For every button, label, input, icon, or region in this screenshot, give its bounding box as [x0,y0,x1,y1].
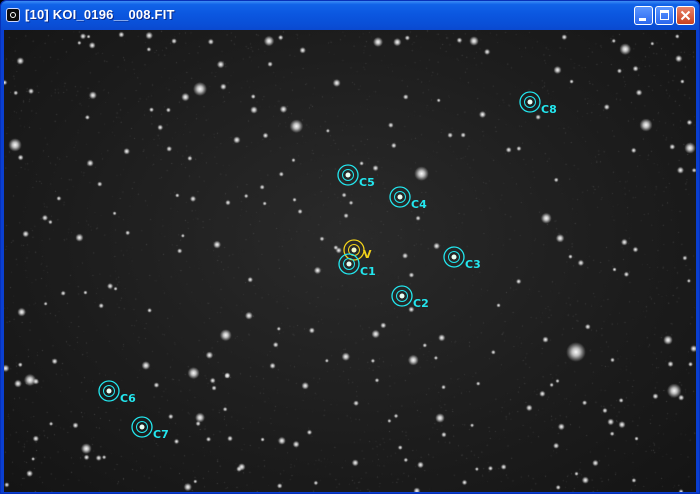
comparison-star-aperture-c3[interactable] [443,246,465,268]
fits-image-window: [10] KOI_0196__008.FIT V C1 C2 C3 C4 C5 … [0,0,700,494]
title-bar[interactable]: [10] KOI_0196__008.FIT [1,1,699,30]
comparison-label-c5: C5 [359,176,375,189]
close-icon [680,10,691,21]
comparison-label-c6: C6 [120,392,136,405]
comparison-label-c7: C7 [153,428,169,441]
comparison-star-aperture-c7[interactable] [131,416,153,438]
maximize-icon [660,10,669,20]
comparison-label-c8: C8 [541,103,557,116]
comparison-label-c3: C3 [465,258,481,271]
maximize-button[interactable] [655,6,674,25]
comparison-star-aperture-c2[interactable] [391,285,413,307]
comparison-star-aperture-c1[interactable] [338,253,360,275]
comparison-star-aperture-c4[interactable] [389,186,411,208]
comparison-label-c2: C2 [413,297,429,310]
minimize-icon [639,18,646,21]
close-button[interactable] [676,6,695,25]
variable-star-aperture[interactable] [343,239,365,261]
minimize-button[interactable] [634,6,653,25]
window-title: [10] KOI_0196__008.FIT [25,7,175,22]
comparison-star-aperture-c6[interactable] [98,380,120,402]
aperture-overlay [98,91,541,438]
comparison-label-c1: C1 [360,265,376,278]
star-field-image[interactable]: V C1 C2 C3 C4 C5 C6 C7 C8 [4,30,696,492]
app-icon[interactable] [6,8,20,22]
comparison-star-aperture-c5[interactable] [337,164,359,186]
comparison-label-c4: C4 [411,198,427,211]
variable-star-label: V [363,248,372,261]
comparison-star-aperture-c8[interactable] [519,91,541,113]
